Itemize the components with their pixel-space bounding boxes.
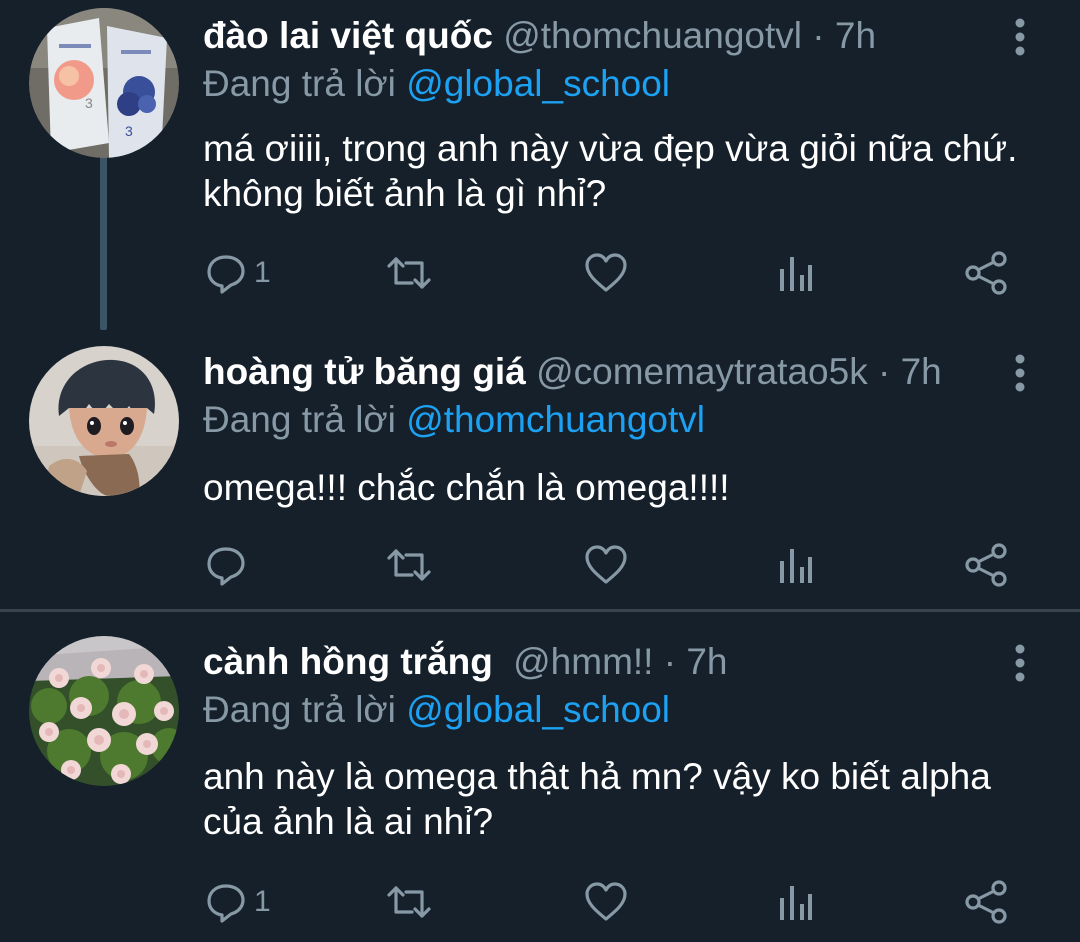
heart-icon — [585, 253, 627, 292]
separator: · — [812, 15, 825, 56]
reply-button[interactable]: 1 — [204, 872, 271, 932]
replying-to: Đang trả lời @thomchuangotvl — [203, 398, 705, 442]
share-icon — [965, 251, 1007, 295]
tweet-text: anh này là omega thật hả mn? vậy ko biết… — [203, 756, 991, 842]
avatar[interactable] — [29, 346, 179, 496]
tweet-1[interactable]: 3 3 đào lai việt quốc @thomchuangotvl · … — [0, 0, 1080, 330]
more-vertical-icon — [1015, 644, 1025, 682]
more-vertical-icon — [1015, 18, 1025, 56]
heart-icon — [585, 882, 627, 921]
share-button[interactable] — [963, 872, 1009, 932]
timestamp[interactable]: 7h — [835, 15, 876, 56]
more-button[interactable] — [1000, 348, 1040, 398]
reply-mention-link[interactable]: @thomchuangotvl — [406, 399, 705, 440]
reply-feed: 3 3 đào lai việt quốc @thomchuangotvl · … — [0, 0, 1080, 942]
svg-text:3: 3 — [125, 123, 133, 139]
timestamp[interactable]: 7h — [686, 641, 727, 682]
display-name[interactable]: đào lai việt quốc — [203, 15, 493, 56]
tweet-text: omega!!! chắc chắn là omega!!!! — [203, 467, 730, 508]
display-name[interactable]: cành hồng trắng — [203, 641, 493, 682]
analytics-button[interactable] — [776, 243, 816, 303]
replying-to-label: Đang trả lời — [203, 399, 396, 440]
analytics-button[interactable] — [776, 872, 816, 932]
analytics-icon — [780, 257, 812, 291]
timestamp[interactable]: 7h — [901, 351, 942, 392]
handle[interactable]: @hmm!! — [513, 641, 653, 682]
like-button[interactable] — [583, 535, 629, 595]
reply-icon — [207, 884, 245, 923]
avatar[interactable] — [29, 636, 179, 786]
more-vertical-icon — [1015, 354, 1025, 392]
tweet-header: đào lai việt quốc @thomchuangotvl · 7h — [203, 14, 876, 58]
yogurt-pouches-photo: 3 3 — [29, 8, 179, 158]
share-button[interactable] — [963, 243, 1009, 303]
tweet-2[interactable]: hoàng tử băng giá @comemaytratao5k · 7h … — [0, 330, 1080, 610]
retweet-button[interactable] — [386, 243, 432, 303]
reply-count: 1 — [254, 885, 271, 918]
retweet-icon — [387, 549, 431, 581]
handle[interactable]: @comemaytratao5k — [536, 351, 868, 392]
handle[interactable]: @thomchuangotvl — [503, 15, 802, 56]
retweet-icon — [387, 257, 431, 289]
reply-count: 1 — [254, 256, 271, 289]
analytics-button[interactable] — [776, 535, 816, 595]
white-roses-photo — [29, 636, 179, 786]
reply-icon — [207, 255, 245, 294]
like-button[interactable] — [583, 872, 629, 932]
svg-text:3: 3 — [85, 95, 93, 111]
analytics-icon — [780, 549, 812, 583]
figurine-photo — [29, 346, 179, 496]
heart-icon — [585, 545, 627, 584]
reply-icon — [207, 547, 245, 586]
thread-line — [100, 150, 107, 330]
replying-to: Đang trả lời @global_school — [203, 62, 670, 106]
analytics-icon — [780, 886, 812, 920]
more-button[interactable] — [1000, 638, 1040, 688]
reply-mention-link[interactable]: @global_school — [406, 63, 670, 104]
tweet-text: má ơiiii, trong anh này vừa đẹp vừa giỏi… — [203, 128, 1018, 214]
replying-to-label: Đang trả lời — [203, 63, 396, 104]
display-name[interactable]: hoàng tử băng giá — [203, 351, 526, 392]
separator: · — [663, 641, 677, 682]
reply-button[interactable] — [204, 535, 254, 595]
reply-button[interactable]: 1 — [204, 243, 271, 303]
tweet-header: hoàng tử băng giá @comemaytratao5k · 7h — [203, 350, 942, 394]
tweet-3[interactable]: cành hồng trắng @hmm!! · 7h Đang trả lời… — [0, 612, 1080, 942]
like-button[interactable] — [583, 243, 629, 303]
action-bar — [0, 535, 1080, 595]
action-bar: 1 — [0, 872, 1080, 932]
reply-mention-link[interactable]: @global_school — [406, 689, 670, 730]
avatar[interactable]: 3 3 — [29, 8, 179, 158]
retweet-icon — [387, 886, 431, 918]
share-icon — [965, 880, 1007, 924]
more-button[interactable] — [1000, 12, 1040, 62]
action-bar: 1 — [0, 243, 1080, 303]
replying-to: Đang trả lời @global_school — [203, 688, 670, 732]
retweet-button[interactable] — [386, 535, 432, 595]
separator: · — [877, 351, 891, 392]
share-button[interactable] — [963, 535, 1009, 595]
tweet-header: cành hồng trắng @hmm!! · 7h — [203, 640, 728, 684]
retweet-button[interactable] — [386, 872, 432, 932]
share-icon — [965, 543, 1007, 587]
replying-to-label: Đang trả lời — [203, 689, 396, 730]
